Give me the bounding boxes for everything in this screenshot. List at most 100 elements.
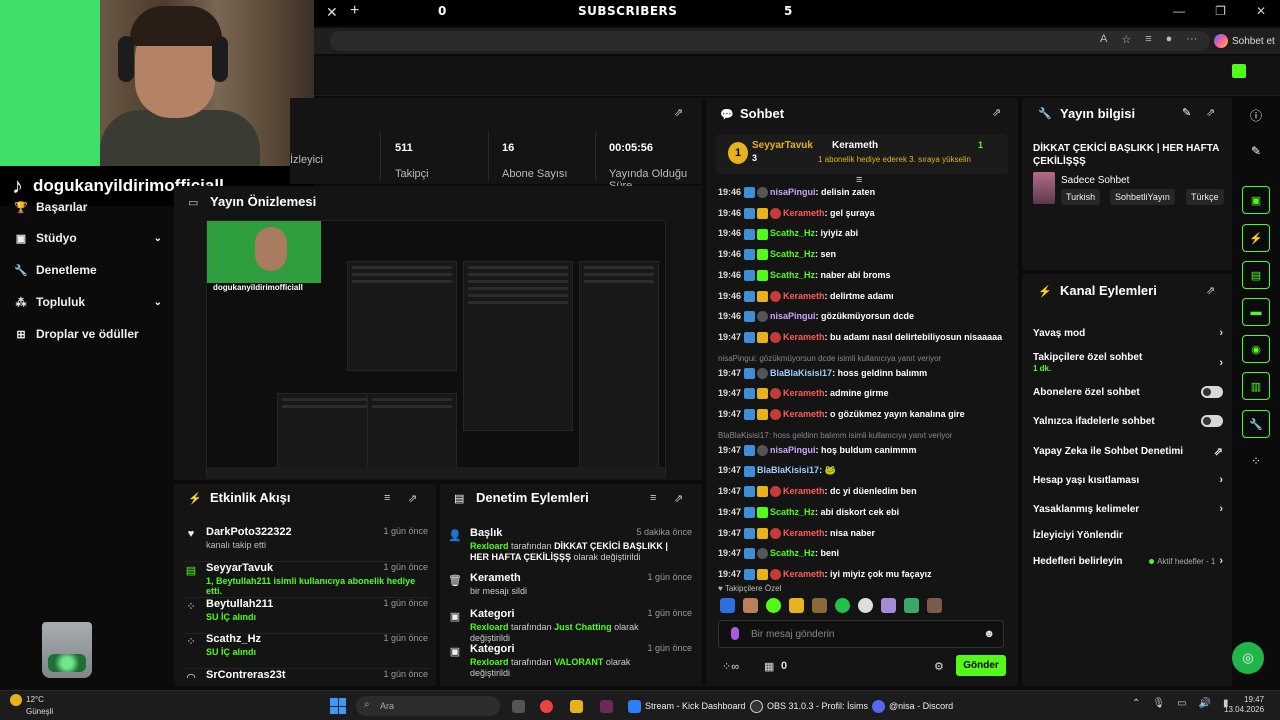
redirect-row[interactable]: İzleyiciyi Yönlendir (1033, 528, 1223, 542)
chat-icon[interactable]: ▬ (1242, 298, 1270, 326)
chat-message[interactable]: 19:46 Kerameth: delirtme adamı (718, 290, 1008, 304)
start-icon[interactable] (330, 698, 346, 714)
emote-icon[interactable] (766, 598, 781, 613)
help-button[interactable]: ◎ (1232, 642, 1264, 674)
gear-icon[interactable]: ⚙ (934, 660, 944, 673)
emote-icon[interactable] (881, 598, 896, 613)
kick-logo-icon[interactable] (1232, 64, 1246, 78)
wrench-icon[interactable]: 🔧 (1242, 410, 1270, 438)
chat-message[interactable]: 19:47 Kerameth: admine girme (718, 387, 1008, 401)
pencil-icon[interactable]: ✎ (1242, 140, 1270, 162)
stream-preview-icon[interactable]: ▣ (1242, 186, 1270, 214)
chat-message[interactable]: 19:47 Kerameth: dc yi düenledim ben (718, 485, 1008, 499)
sidebar-item-drops[interactable]: ⊞ Droplar ve ödüller (14, 323, 162, 345)
sidebar-item-moderation[interactable]: 🔧 Denetleme (14, 259, 162, 281)
mic-icon[interactable] (731, 627, 739, 640)
taskbar-app-kick[interactable]: Stream - Kick Dashboard (628, 696, 746, 716)
emote-icon[interactable] (835, 598, 850, 613)
popout-icon[interactable]: ⇗ (1206, 284, 1215, 297)
filter-icon[interactable]: ≡ (650, 492, 656, 504)
bolt-icon[interactable]: ⚡ (1242, 224, 1270, 252)
close-tab-icon[interactable]: ✕ (326, 4, 338, 21)
info-icon[interactable]: ⓘ (1242, 104, 1270, 126)
age-restriction-row[interactable]: Hesap yaşı kısıtlaması › (1033, 473, 1223, 487)
emotes-only-toggle[interactable] (1201, 415, 1223, 427)
chat-message[interactable]: 19:46 Scathz_Hz: naber abi broms (718, 269, 1008, 283)
chat-message[interactable]: 19:46 Scathz_Hz: sen (718, 248, 1008, 262)
explorer-icon[interactable] (570, 696, 583, 716)
pencil-icon[interactable]: ✎ (1182, 106, 1191, 119)
ai-moderation-row[interactable]: Yapay Zeka ile Sohbet Denetimi ⇗ (1033, 444, 1223, 458)
mic-icon[interactable]: 🎙 (1152, 698, 1165, 709)
points-icon[interactable]: ⁘∞ (722, 660, 739, 673)
chat-message[interactable]: 19:47 Kerameth: nisa naber (718, 527, 1008, 541)
taskbar-app-obs[interactable]: OBS 31.0.3 - Profil: İsims (750, 696, 868, 716)
chat-message[interactable]: 19:46 Scathz_Hz: iyiyiz abi (718, 227, 1008, 241)
points-icon[interactable]: ⁘ (1242, 450, 1270, 472)
chat-message[interactable]: 19:47 Kerameth: bu adamı nasıl delirtebil… (718, 331, 1008, 345)
chat-message[interactable]: 19:47 Scathz_Hz: abi diskort cek ebi (718, 506, 1008, 520)
sidebar-item-community[interactable]: ⁂ Topluluk ⌄ (14, 291, 163, 313)
emote-icon[interactable] (858, 598, 873, 613)
taskbar-search[interactable]: Ara (356, 696, 500, 716)
slow-mode-row[interactable]: Yavaş mod › (1033, 326, 1223, 340)
popout-icon[interactable]: ⇗ (1206, 106, 1215, 119)
emote-icon[interactable] (904, 598, 919, 613)
favorite-icon[interactable]: ☆ (1121, 33, 1131, 46)
chat-message[interactable]: 19:46 nisaPingui: delisin zaten (718, 186, 1008, 200)
chat-message[interactable]: 19:47 nisaPingui: hoş buldum canimmm (718, 444, 1008, 458)
emote-icon[interactable] (789, 598, 804, 613)
gift-box-icon[interactable]: ▦ (764, 660, 774, 673)
subs-only-toggle[interactable] (1201, 386, 1223, 398)
chat-message[interactable]: 19:46 nisaPingui: gözükmüyorsun dcde (718, 310, 1008, 324)
chevron-up-icon[interactable]: ⌃ (1132, 698, 1140, 709)
banned-words-row[interactable]: Yasaklanmış kelimeler › (1033, 502, 1223, 516)
emote-icon[interactable] (720, 598, 735, 613)
send-button[interactable]: Gönder (956, 655, 1006, 676)
popout-icon[interactable]: ⇗ (674, 492, 683, 505)
broadcast-icon[interactable]: ◉ (1242, 335, 1270, 363)
stream-preview-image[interactable]: dogukanyildirimofficiall (206, 220, 666, 478)
emoji-icon[interactable]: ☻ (983, 628, 995, 640)
profile-icon[interactable]: ● (1166, 33, 1173, 46)
window-controls[interactable]: — ❐ ✕ (1173, 4, 1266, 18)
minimize-icon[interactable]: — (1173, 4, 1185, 18)
read-aloud-icon[interactable]: A (1100, 33, 1107, 46)
emote-icon[interactable] (812, 598, 827, 613)
popout-icon[interactable]: ⇗ (408, 492, 417, 505)
clock[interactable]: 19:47 13.04.2026 (1224, 695, 1264, 715)
popout-icon[interactable]: ⇗ (992, 106, 1001, 119)
volume-icon[interactable]: 🔊 (1199, 698, 1211, 709)
followers-only-row[interactable]: Takipçilere özel sohbet › (1033, 350, 1223, 370)
chat-message[interactable]: 19:47 Scathz_Hz: beni (718, 547, 1008, 561)
system-tray[interactable]: ⌃ 🎙 ▭ 🔊 ▮ (1132, 698, 1229, 709)
sidebar-item-achievements[interactable]: 🏆 Başarılar (14, 196, 162, 218)
expand-icon[interactable]: ≡ (856, 174, 862, 186)
chat-message[interactable]: 19:47 Kerameth: iyi miyiz çok mu façayız (718, 568, 1008, 582)
weather-widget[interactable]: 12°C Güneşli (10, 694, 53, 717)
layout-icon[interactable]: ▥ (1242, 372, 1270, 400)
close-window-icon[interactable]: ✕ (1256, 4, 1266, 18)
emote-icon[interactable] (927, 598, 942, 613)
filter-icon[interactable]: ≡ (384, 492, 390, 504)
more-icon[interactable]: ··· (1186, 33, 1197, 46)
taskbar-app-discord[interactable]: @nisa - Discord (872, 696, 953, 716)
copilot-button[interactable]: Sohbet et (1214, 31, 1275, 51)
maximize-icon[interactable]: ❐ (1215, 4, 1226, 18)
sidebar-item-studio[interactable]: ▣ Stüdyo ⌄ (14, 227, 162, 249)
chrome-icon[interactable] (540, 696, 553, 716)
chat-message[interactable]: 19:46 Kerameth: gel şuraya (718, 207, 1008, 221)
address-field[interactable] (330, 31, 1210, 51)
chat-message[interactable]: 19:47 BlaBlaKisisi17: hoss geldinn balımm (718, 367, 1008, 381)
collections-icon[interactable]: ≡ (1145, 33, 1151, 46)
new-tab-icon[interactable]: + (350, 2, 359, 20)
task-view-icon[interactable] (512, 696, 525, 716)
document-icon[interactable]: ▤ (1242, 261, 1270, 289)
chat-message[interactable]: 19:47 BlaBlaKisisi17: 🐸 (718, 464, 1008, 478)
emote-icon[interactable] (743, 598, 758, 613)
app-icon[interactable] (600, 696, 613, 716)
network-icon[interactable]: ▭ (1177, 698, 1186, 709)
recycle-bin-icon[interactable] (42, 622, 92, 678)
chat-message-input[interactable]: Bir mesaj gönderin ☻ (718, 620, 1004, 648)
popout-icon[interactable]: ⇗ (674, 106, 683, 119)
